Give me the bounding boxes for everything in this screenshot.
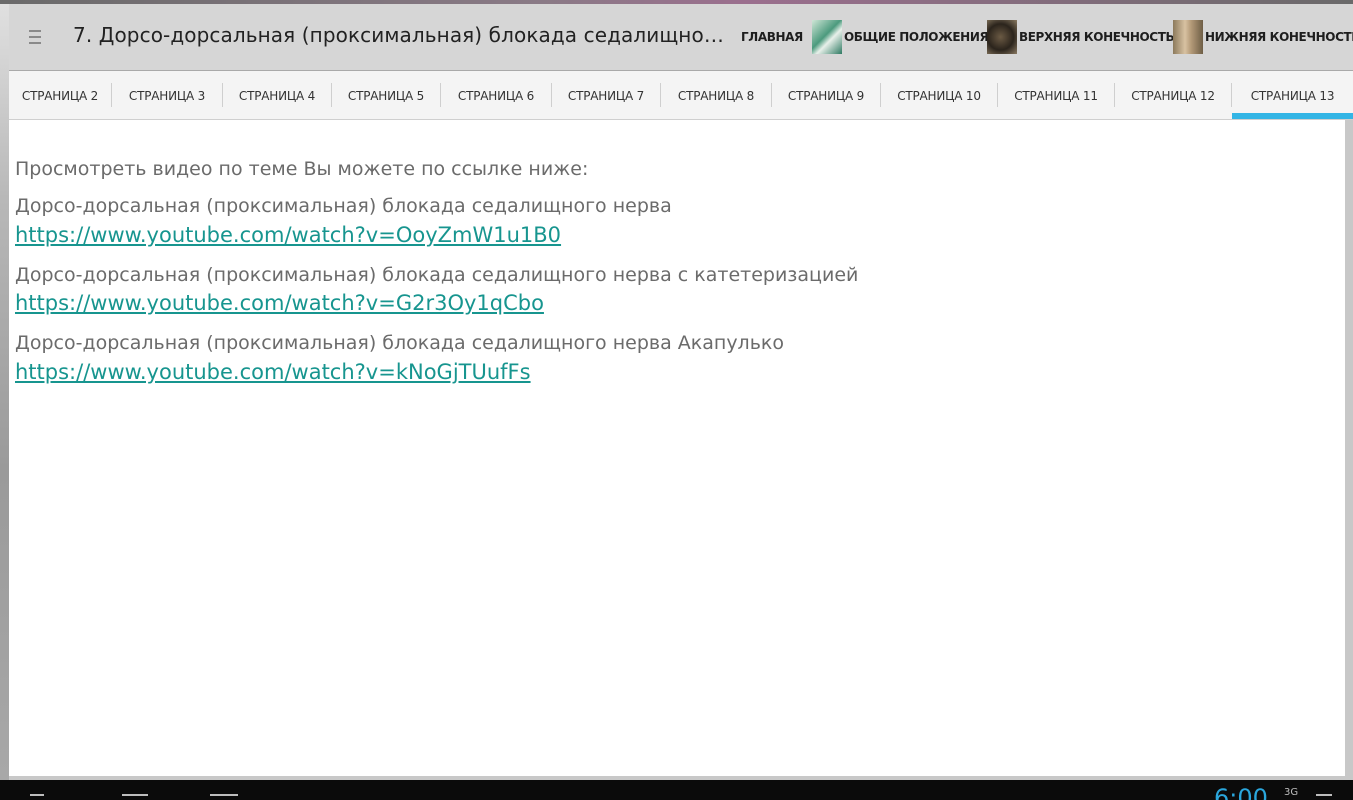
home-icon[interactable] <box>122 794 148 796</box>
tab-page-11[interactable]: СТРАНИЦА 11 <box>998 71 1114 119</box>
action-upper-limb[interactable]: ВЕРХНЯЯ КОНЕЧНОСТЬ <box>987 4 1175 70</box>
video-title: Дорсо-дорсальная (проксимальная) блокада… <box>15 332 784 354</box>
general-thumbnail <box>812 20 842 54</box>
clock: 6:00 <box>1214 784 1268 800</box>
tab-page-12[interactable]: СТРАНИЦА 12 <box>1115 71 1231 119</box>
tab-page-8[interactable]: СТРАНИЦА 8 <box>661 71 771 119</box>
app-title: 7. Дорсо-дорсальная (проксимальная) блок… <box>73 23 733 47</box>
action-lower-limb[interactable]: НИЖНЯЯ КОНЕЧНОСТЬ <box>1173 4 1353 70</box>
back-icon[interactable] <box>30 794 44 796</box>
tab-page-4[interactable]: СТРАНИЦА 4 <box>223 71 331 119</box>
video-link[interactable]: https://www.youtube.com/watch?v=kNoGjTUu… <box>15 360 531 384</box>
action-home[interactable]: ГЛАВНАЯ <box>741 4 803 70</box>
system-navigation-bar: 6:00 3G <box>0 780 1353 800</box>
hamburger-icon[interactable] <box>29 30 41 44</box>
tab-page-3[interactable]: СТРАНИЦА 3 <box>112 71 222 119</box>
left-edge <box>0 4 9 780</box>
video-title: Дорсо-дорсальная (проксимальная) блокада… <box>15 264 859 286</box>
battery-icon <box>1316 794 1332 796</box>
tab-page-5[interactable]: СТРАНИЦА 5 <box>332 71 440 119</box>
tab-page-7[interactable]: СТРАНИЦА 7 <box>552 71 660 119</box>
video-title: Дорсо-дорсальная (проксимальная) блокада… <box>15 195 672 217</box>
selected-tab-indicator <box>1232 113 1353 119</box>
signal-indicator: 3G <box>1284 787 1299 798</box>
action-upper-limb-label: ВЕРХНЯЯ КОНЕЧНОСТЬ <box>1019 30 1175 44</box>
tab-page-10[interactable]: СТРАНИЦА 10 <box>881 71 997 119</box>
recent-apps-icon[interactable] <box>210 794 238 796</box>
video-link[interactable]: https://www.youtube.com/watch?v=OoyZmW1u… <box>15 223 561 247</box>
tab-page-2[interactable]: СТРАНИЦА 2 <box>9 71 111 119</box>
tab-page-9[interactable]: СТРАНИЦА 9 <box>772 71 880 119</box>
tab-bar: СТРАНИЦА 2 СТРАНИЦА 3 СТРАНИЦА 4 СТРАНИЦ… <box>9 71 1353 120</box>
intro-text: Просмотреть видео по теме Вы можете по с… <box>15 158 589 180</box>
page-content: Просмотреть видео по теме Вы можете по с… <box>9 120 1345 776</box>
action-home-label: ГЛАВНАЯ <box>741 30 803 44</box>
action-general-label: ОБЩИЕ ПОЛОЖЕНИЯ <box>844 30 989 44</box>
action-general[interactable]: ОБЩИЕ ПОЛОЖЕНИЯ <box>812 4 989 70</box>
lower-limb-thumbnail <box>1173 20 1203 54</box>
video-link[interactable]: https://www.youtube.com/watch?v=G2r3Oy1q… <box>15 291 544 315</box>
tab-page-13[interactable]: СТРАНИЦА 13 <box>1232 71 1353 119</box>
action-bar: 7. Дорсо-дорсальная (проксимальная) блок… <box>9 4 1353 71</box>
action-lower-limb-label: НИЖНЯЯ КОНЕЧНОСТЬ <box>1205 30 1353 44</box>
tab-page-6[interactable]: СТРАНИЦА 6 <box>441 71 551 119</box>
upper-limb-thumbnail <box>987 20 1017 54</box>
